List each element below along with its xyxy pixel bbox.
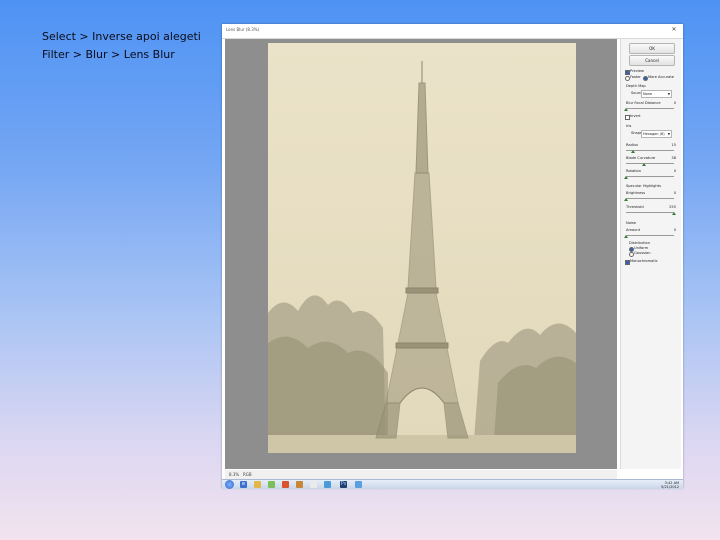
- blade-curvature-value[interactable]: 38: [671, 156, 676, 160]
- monochromatic-label: Monochromatic: [630, 259, 658, 263]
- blur-focal-slider[interactable]: [626, 108, 674, 109]
- zoom-level[interactable]: 8.3%: [229, 472, 239, 477]
- brightness-value[interactable]: 0: [674, 191, 676, 195]
- paint-icon[interactable]: [310, 481, 317, 488]
- source-select[interactable]: None ▼: [641, 90, 672, 98]
- folder-icon[interactable]: [254, 481, 261, 488]
- blade-curvature-slider[interactable]: [626, 163, 674, 164]
- eiffel-tower-photo: [268, 43, 576, 453]
- threshold-thumb[interactable]: [672, 212, 676, 215]
- rotation-slider[interactable]: [626, 176, 674, 177]
- rotation-value[interactable]: 0: [674, 169, 676, 173]
- blade-curvature-label: Blade Curvature: [626, 156, 656, 160]
- gaussian-label: Gaussian: [634, 251, 651, 255]
- start-button[interactable]: [225, 480, 234, 489]
- eiffel-tower-image: [268, 43, 576, 453]
- system-tray-clock[interactable]: 3:42 AM 5/21/2012: [661, 481, 679, 489]
- depth-map-label: Depth Map: [626, 84, 646, 88]
- cancel-button[interactable]: Cancel: [629, 55, 675, 66]
- slide-caption: Select > Inverse apoi alegeti Filter > B…: [42, 30, 201, 61]
- shape-value: Hexagon (6): [643, 132, 665, 136]
- iris-label: Iris: [626, 124, 632, 128]
- faster-label: Faster: [630, 75, 641, 79]
- more-accurate-label: More Accurate: [648, 75, 674, 79]
- chevron-down-icon: ▼: [667, 92, 670, 96]
- source-value: None: [643, 92, 653, 96]
- radius-value[interactable]: 15: [671, 143, 676, 147]
- amount-value[interactable]: 0: [674, 228, 676, 232]
- ok-button[interactable]: OK: [629, 43, 675, 54]
- radius-thumb[interactable]: [631, 150, 636, 153]
- distribution-label: Distribution: [629, 241, 650, 245]
- word-icon[interactable]: [355, 481, 362, 488]
- media-icon[interactable]: [268, 481, 275, 488]
- firefox-icon[interactable]: [282, 481, 289, 488]
- dialog-title: Lens Blur (8.3%): [226, 27, 260, 32]
- rotation-thumb[interactable]: [624, 176, 628, 179]
- photoshop-icon[interactable]: Ps: [340, 481, 347, 488]
- color-mode: RGB: [243, 472, 252, 477]
- windows-taskbar: e Ps 3:42 AM 5/21/2012: [222, 479, 683, 489]
- brightness-slider[interactable]: [626, 198, 674, 199]
- dialog-titlebar: Lens Blur (8.3%) ✕: [222, 24, 683, 39]
- amount-slider[interactable]: [626, 235, 674, 236]
- ie-icon[interactable]: e: [240, 481, 247, 488]
- threshold-value[interactable]: 255: [669, 205, 676, 209]
- uniform-label: Uniform: [634, 246, 649, 250]
- rotation-label: Rotation: [626, 169, 642, 173]
- photoshop-screenshot: Lens Blur (8.3%) ✕ 8.3% RGB OK Cancel Pr…: [222, 24, 683, 489]
- preview-statusbar: 8.3% RGB: [225, 470, 617, 479]
- blur-focal-value[interactable]: 0: [674, 101, 676, 105]
- app-icon[interactable]: [296, 481, 303, 488]
- specular-highlights-label: Specular Highlights: [626, 184, 661, 188]
- preview-area: [225, 39, 617, 469]
- brightness-label: Brightness: [626, 191, 646, 195]
- brightness-thumb[interactable]: [624, 198, 628, 201]
- amount-thumb[interactable]: [624, 235, 628, 238]
- radius-label: Radius: [626, 143, 639, 147]
- messenger-icon[interactable]: [324, 481, 331, 488]
- blade-curvature-thumb[interactable]: [642, 163, 647, 166]
- threshold-slider[interactable]: [626, 212, 674, 213]
- blur-focal-thumb[interactable]: [624, 108, 628, 111]
- invert-label: Invert: [630, 114, 641, 118]
- chevron-down-icon: ▼: [667, 132, 670, 136]
- preview-label: Preview: [630, 69, 644, 73]
- shape-select[interactable]: Hexagon (6) ▼: [641, 130, 672, 138]
- noise-label: Noise: [626, 221, 636, 225]
- threshold-label: Threshold: [626, 205, 644, 209]
- clock-date: 5/21/2012: [661, 485, 679, 489]
- blur-focal-label: Blur Focal Distance: [626, 101, 661, 105]
- amount-label: Amount: [626, 228, 641, 232]
- lens-blur-settings-panel: OK Cancel Preview Faster More Accurate D…: [620, 39, 681, 469]
- close-icon[interactable]: ✕: [669, 25, 679, 34]
